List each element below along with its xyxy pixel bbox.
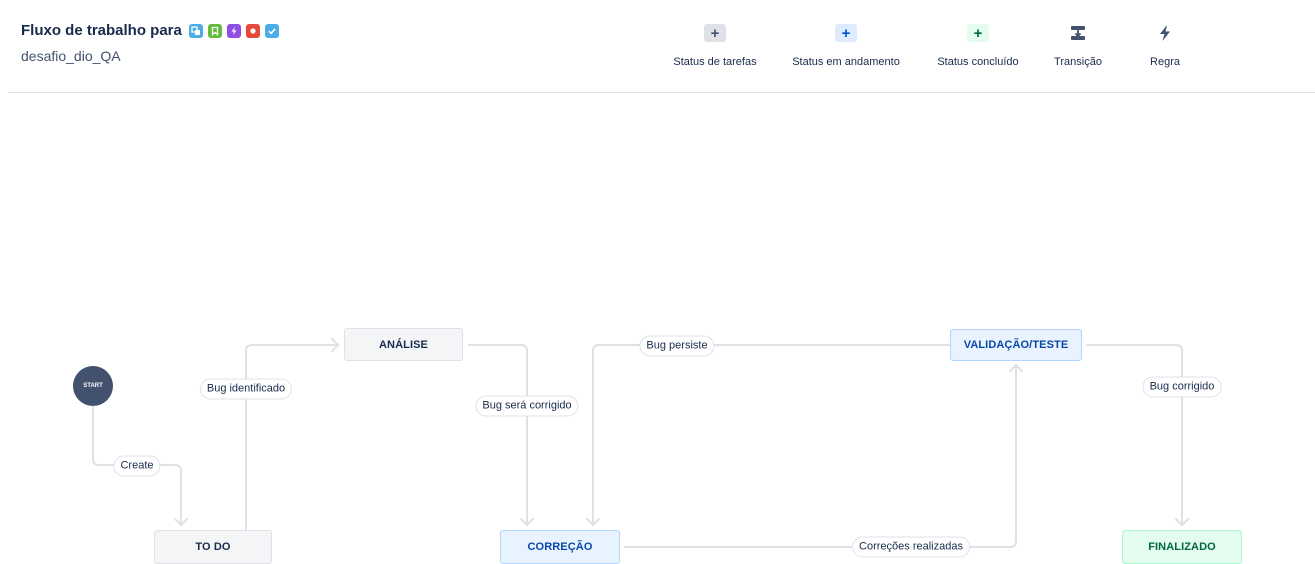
- epic-icon: [226, 23, 241, 38]
- transition-bug-identificado[interactable]: Bug identificado: [199, 378, 293, 400]
- bug-icon: [245, 23, 260, 38]
- connector-bug-persiste: [592, 344, 951, 526]
- status-todo[interactable]: TO DO: [154, 530, 272, 564]
- workflow-canvas[interactable]: START TO DO ANÁLISE CORREÇÃO VALIDAÇÃO/T…: [0, 93, 1315, 564]
- status-analise[interactable]: ANÁLISE: [344, 328, 463, 361]
- connector-bug-identificado: [245, 344, 339, 530]
- connector-bug-corrigido: [1086, 344, 1183, 526]
- toolbar-label: Regra: [1150, 56, 1180, 68]
- toolbar-label: Transição: [1054, 56, 1102, 68]
- plus-icon: +: [967, 24, 989, 42]
- lightning-icon: [1154, 24, 1176, 42]
- status-correcao[interactable]: CORREÇÃO: [500, 530, 620, 564]
- plus-icon: +: [704, 24, 726, 42]
- story-icon: [207, 23, 222, 38]
- start-node[interactable]: START: [73, 366, 113, 406]
- status-validacao-teste[interactable]: VALIDAÇÃO/TESTE: [950, 329, 1082, 361]
- status-finalizado[interactable]: FINALIZADO: [1122, 530, 1242, 564]
- transition-bug-sera-corrigido[interactable]: Bug será corrigido: [475, 395, 579, 417]
- transition-icon: [1067, 24, 1089, 42]
- toolbar-label: Status em andamento: [792, 56, 900, 68]
- add-done-status-button[interactable]: + Status concluído: [929, 24, 1027, 70]
- transition-bug-corrigido[interactable]: Bug corrigido: [1142, 376, 1222, 398]
- connector-correcoes-realizadas: [624, 364, 1017, 548]
- workflow-header: Fluxo de trabalho para desafio_dio_QA + …: [0, 0, 1315, 93]
- plus-icon: +: [835, 24, 857, 42]
- transition-create[interactable]: Create: [113, 455, 161, 477]
- connector-bug-sera-corrigido: [468, 344, 528, 526]
- project-name: desafio_dio_QA: [21, 48, 121, 64]
- transition-correcoes-realizadas[interactable]: Correções realizadas: [852, 536, 970, 558]
- add-in-progress-status-button[interactable]: + Status em andamento: [783, 24, 909, 70]
- toolbar-label: Status de tarefas: [673, 56, 757, 68]
- title-row: Fluxo de trabalho para: [21, 22, 279, 39]
- subtask-icon: [188, 23, 203, 38]
- toolbar-label: Status concluído: [937, 56, 1019, 68]
- add-todo-status-button[interactable]: + Status de tarefas: [667, 24, 763, 70]
- page-title: Fluxo de trabalho para: [21, 22, 182, 39]
- transition-bug-persiste[interactable]: Bug persiste: [639, 335, 715, 357]
- transition-connectors: [92, 338, 1189, 548]
- add-transition-button[interactable]: Transição: [1050, 24, 1106, 70]
- task-icon: [264, 23, 279, 38]
- add-rule-button[interactable]: Regra: [1140, 24, 1190, 70]
